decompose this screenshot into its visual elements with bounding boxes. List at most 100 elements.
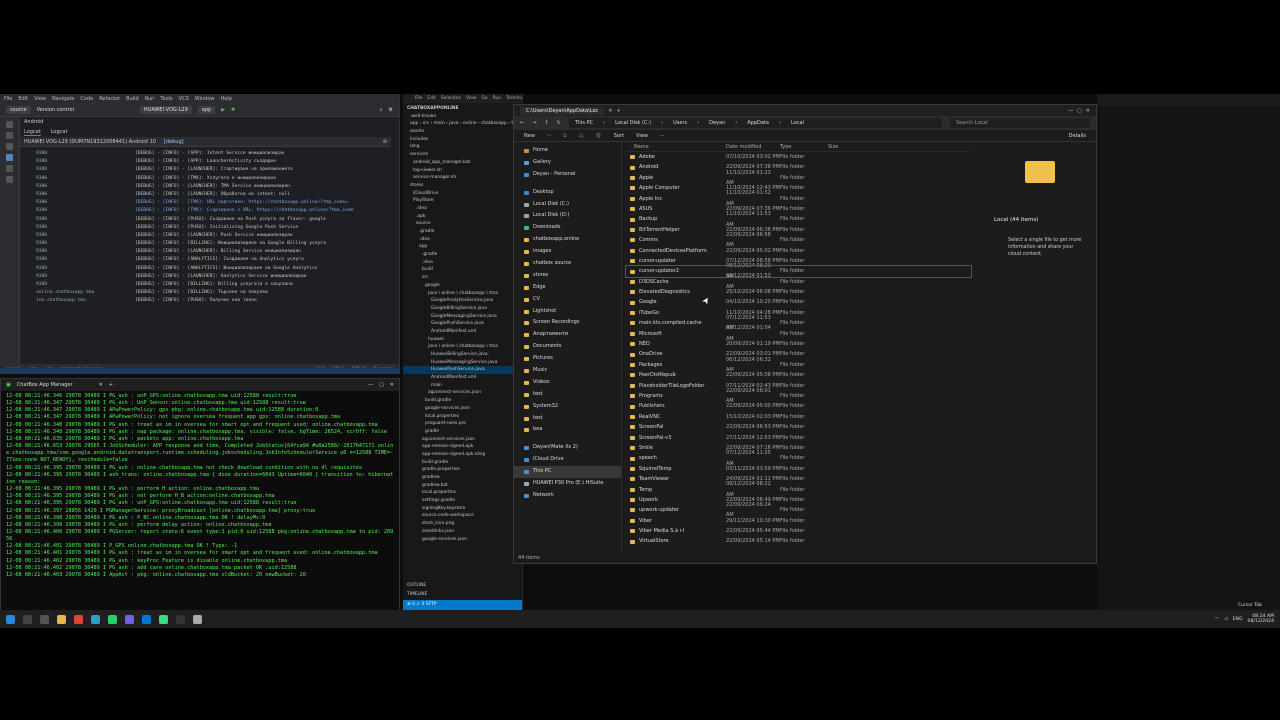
file-row[interactable]: upwork-updater 22/09/2024 06:24 AM File fo… xyxy=(626,502,971,518)
file-row[interactable]: ConnectedDevicesPlatform 22/09/2024 05:02… xyxy=(626,246,971,256)
vscode-menu-item[interactable]: Edit xyxy=(427,96,436,101)
studio-menu-item[interactable]: File xyxy=(4,96,12,102)
file-tree-item[interactable]: local.properties xyxy=(403,413,522,421)
vscode-menu-item[interactable]: View xyxy=(466,96,476,101)
file-row[interactable]: Apple 11/10/2024 01:23 AM File folder xyxy=(626,170,971,186)
start-icon[interactable] xyxy=(6,614,15,624)
studio-menu-item[interactable]: Navigate xyxy=(52,96,74,102)
file-tree-item[interactable]: .idea xyxy=(403,205,522,213)
file-row[interactable]: Programs 22/09/2024 06:01 AM File folder xyxy=(626,388,971,404)
file-tree-item[interactable]: java \ online \ chatboxapp \ tma xyxy=(403,343,522,351)
studio-menu-item[interactable]: Tools xyxy=(160,96,172,102)
file-tree-item[interactable]: .well-known xyxy=(403,113,522,121)
nav-item-edge[interactable]: Edge xyxy=(514,282,621,294)
minimize-icon[interactable]: — xyxy=(1068,108,1073,114)
nav-item-chatboxapp-online[interactable]: chatboxapp.online xyxy=(514,234,621,246)
file-tree-item[interactable]: services xyxy=(403,151,522,159)
file-tree-item[interactable]: GoogleMessagingService.java xyxy=(403,313,522,321)
whatsapp-icon[interactable] xyxy=(108,614,117,624)
tab-logcat-1[interactable]: Logcat xyxy=(24,129,41,136)
nav-item-documents[interactable]: Documents xyxy=(514,341,621,353)
file-tree-item[interactable]: build.gradle xyxy=(403,459,522,467)
file-tree-item[interactable]: java \ online \ chatboxapp \ tma xyxy=(403,290,522,298)
device-filter[interactable]: HUAWEI VOG-L29 (DUM7N19312008441) Androi… xyxy=(24,139,156,145)
file-row[interactable]: Comms 22/09/2024 06:58 AM File folder xyxy=(626,232,971,248)
back-icon[interactable]: ← xyxy=(520,120,524,126)
nav-item-downloads[interactable]: Downloads xyxy=(514,222,621,234)
file-tree-item[interactable]: HuaweiBillingService.java xyxy=(403,351,522,359)
file-tree-item[interactable]: google-services.json xyxy=(403,536,522,544)
nav-item-pictures[interactable]: Pictures xyxy=(514,353,621,365)
terminal-close-tab-icon[interactable]: ✕ xyxy=(99,382,103,388)
logcat-tool-icon[interactable] xyxy=(6,154,13,161)
file-tree-item[interactable]: GoogleAnalyticsService.java xyxy=(403,297,522,305)
file-row[interactable]: NEO 20/09/2024 01:19 PM File folder xyxy=(626,339,971,349)
viber-icon[interactable] xyxy=(125,614,134,624)
vscode-menu-item[interactable]: Run xyxy=(493,96,501,101)
file-tree-item[interactable]: log-viewer.sh xyxy=(403,167,522,175)
file-tree-item[interactable]: gradlew xyxy=(403,474,522,482)
file-row[interactable]: Microsoft 05/12/2024 01:04 AM File folder xyxy=(626,325,971,342)
clear-log-icon[interactable]: ⊘ xyxy=(383,139,387,145)
file-row[interactable]: speech 07/12/2024 11:25 AM File folder xyxy=(626,450,971,467)
forward-icon[interactable]: → xyxy=(532,120,536,126)
file-row[interactable]: cursor-updater2 08/12/2024 08:23 AM File f… xyxy=(625,263,972,280)
file-tree-item[interactable]: google-services.json xyxy=(403,405,522,413)
structure-tool-icon[interactable] xyxy=(6,143,13,150)
nav-item-test[interactable]: test xyxy=(514,389,621,401)
maximize-icon[interactable]: ▢ xyxy=(1077,108,1082,114)
file-row[interactable]: Apple Computer 11/10/2024 12:43 PM File fo… xyxy=(626,183,971,193)
cursor-icon[interactable] xyxy=(193,614,202,624)
file-tree-item[interactable]: assets xyxy=(403,128,522,136)
file-row[interactable]: VirtualStore 22/09/2024 05:14 PM File fold… xyxy=(626,536,971,546)
search-icon[interactable]: ⌕ xyxy=(380,107,383,113)
device-selector[interactable]: HUAWEI VOG-L29 xyxy=(139,105,192,114)
filter-input[interactable]: [debug] xyxy=(164,139,375,145)
build-tool-icon[interactable] xyxy=(6,176,13,183)
file-row[interactable]: BitTorrentHelper 22/09/2024 06:38 PM File … xyxy=(626,225,971,235)
vscode-menu-item[interactable]: Terminal xyxy=(506,96,522,101)
file-tree-item[interactable]: CHATBOXAPPONLINE xyxy=(403,105,522,113)
nav-item-gallery[interactable]: Gallery xyxy=(514,157,621,169)
vscode-menu-item[interactable]: Selection xyxy=(441,96,461,101)
copy-icon[interactable]: ⧉ xyxy=(563,133,567,139)
terminal-tool-icon[interactable] xyxy=(6,165,13,172)
close-icon[interactable]: ✕ xyxy=(390,382,394,388)
refresh-icon[interactable]: ↻ xyxy=(557,120,561,126)
edge-icon[interactable] xyxy=(91,614,100,624)
column-header-type[interactable]: Type xyxy=(780,144,828,150)
new-button[interactable]: New xyxy=(524,133,535,139)
file-row[interactable]: Publishers 22/09/2024 05:00 PM File folder xyxy=(626,401,971,411)
file-tree-item[interactable]: gradle xyxy=(403,428,522,436)
language-indicator[interactable]: ENG xyxy=(1233,617,1243,622)
view-button[interactable]: View xyxy=(636,133,648,139)
file-tree-item[interactable]: huawei xyxy=(403,336,522,344)
file-tree-item[interactable]: .gradle xyxy=(403,228,522,236)
nav-item-chatbox-source[interactable]: chatbox source xyxy=(514,258,621,270)
terminal-icon[interactable] xyxy=(176,614,185,624)
file-row[interactable]: iTubeGo 11/10/2024 04:28 PM File folder xyxy=(626,308,971,318)
breadcrumb-item[interactable]: Users xyxy=(673,120,687,126)
file-tree-item[interactable]: src xyxy=(403,274,522,282)
studio-menu-item[interactable]: View xyxy=(34,96,46,102)
file-row[interactable]: ScreenPal-v3 27/11/2024 12:53 PM File fold… xyxy=(626,433,971,443)
vscode-menu-item[interactable]: Go xyxy=(482,96,488,101)
file-tree-item[interactable]: proguard-rules.pro xyxy=(403,420,522,428)
file-row[interactable]: Viber Media S.à r.l 22/09/2024 05:44 PM Fi… xyxy=(626,526,971,536)
column-header-size[interactable]: Size xyxy=(828,144,858,150)
paste-icon[interactable]: ▤ xyxy=(579,133,584,139)
debug-icon[interactable]: ✱ xyxy=(231,107,235,113)
sort-button[interactable]: Sort xyxy=(614,133,624,139)
nav-item-home[interactable]: Home xyxy=(514,145,621,157)
terminal-output[interactable]: 12-08 08:21:46.346 29078 30489 I PG_ash … xyxy=(1,391,399,581)
close-icon[interactable]: ✕ xyxy=(1086,108,1090,114)
task-view-icon[interactable] xyxy=(40,614,49,624)
more-button[interactable]: ··· xyxy=(660,133,665,139)
column-header-date-modified[interactable]: Date modified xyxy=(726,144,780,150)
studio-menu-item[interactable]: Window xyxy=(195,96,215,102)
file-tree-item[interactable]: android_app_manager.bat xyxy=(403,159,522,167)
file-tree-item[interactable]: assetlinks.json xyxy=(403,528,522,536)
file-row[interactable]: Upwork 22/09/2024 06:49 PM File folder xyxy=(626,495,971,505)
file-row[interactable]: ScreenPal 22/09/2024 06:53 PM File folder xyxy=(626,422,971,432)
file-tree-item[interactable]: source.code-workspace xyxy=(403,512,522,520)
